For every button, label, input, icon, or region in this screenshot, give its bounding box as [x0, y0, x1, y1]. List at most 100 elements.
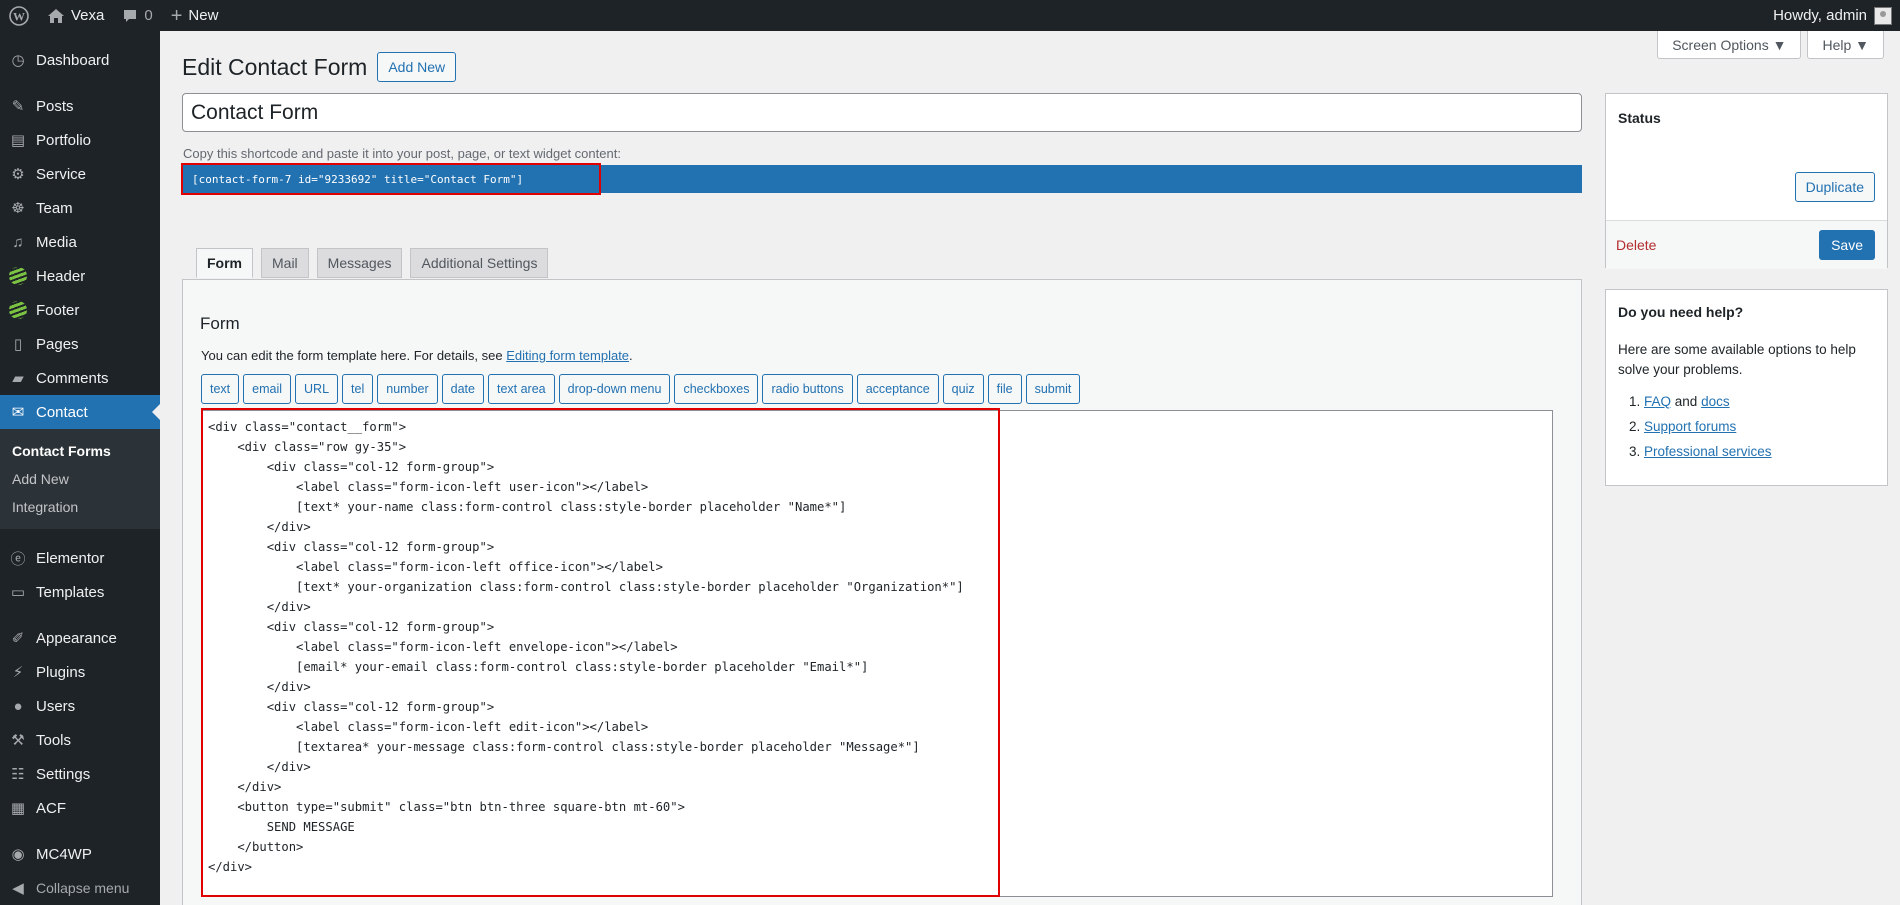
tag-button-number[interactable]: number — [377, 374, 438, 404]
home-icon — [48, 8, 64, 23]
new-content-link[interactable]: + New — [162, 0, 228, 31]
professional-services-link[interactable]: Professional services — [1644, 444, 1772, 459]
acf-icon: ▦ — [10, 800, 26, 817]
tag-button-radio[interactable]: radio buttons — [762, 374, 853, 404]
screen-meta-links: Screen Options ▼ Help ▼ — [1657, 31, 1884, 59]
envelope-icon: ✉ — [11, 404, 25, 421]
sidebar-item-elementor[interactable]: ⓔ Elementor — [0, 541, 160, 575]
support-forums-link[interactable]: Support forums — [1644, 419, 1736, 434]
sidebar-item-media[interactable]: ♫ Media — [0, 225, 160, 259]
site-name-link[interactable]: Vexa — [38, 0, 113, 31]
tab-messages[interactable]: Messages — [316, 248, 403, 278]
sidebar-item-header[interactable]: Header — [0, 259, 160, 293]
tag-button-dropdown[interactable]: drop-down menu — [558, 374, 671, 404]
svg-text:W: W — [13, 9, 25, 23]
sidebar-item-plugins[interactable]: ⚡ Plugins — [0, 655, 160, 689]
new-label: New — [188, 7, 219, 24]
help-box: Do you need help? Here are some availabl… — [1605, 289, 1888, 486]
page-heading: Edit Contact Form Add New — [182, 52, 457, 82]
wordpress-logo-icon[interactable]: W — [0, 0, 38, 31]
sidebar-item-appearance[interactable]: ✐ Appearance — [0, 621, 160, 655]
tag-button-text[interactable]: text — [201, 374, 240, 404]
editor-tabs: Form Mail Messages Additional Settings — [196, 248, 549, 278]
comments-link[interactable]: 0 — [113, 0, 161, 31]
sidebar-item-posts[interactable]: ✎ Posts — [0, 89, 160, 123]
sidebar-item-mc4wp[interactable]: ◉ MC4WP — [0, 837, 160, 871]
tab-additional-settings[interactable]: Additional Settings — [410, 248, 549, 278]
tag-button-file[interactable]: file — [987, 374, 1022, 404]
list-item: Professional services — [1644, 442, 1875, 462]
tab-mail[interactable]: Mail — [261, 248, 309, 278]
admin-sidebar: ◷ Dashboard ✎ Posts ▤ Portfolio ⚙ Service ☸ T… — [0, 31, 160, 905]
site-name: Vexa — [71, 7, 105, 24]
settings-icon: ☷ — [11, 766, 25, 783]
submenu-contact-forms[interactable]: Contact Forms — [0, 437, 160, 465]
save-button[interactable]: Save — [1819, 230, 1875, 260]
sidebar-item-tools[interactable]: ⚒ Tools — [0, 723, 160, 757]
elementor-header-icon — [9, 267, 27, 285]
form-panel: Form You can edit the form template here… — [182, 279, 1582, 905]
plugin-icon: ⚡ — [12, 664, 24, 681]
tag-button-submit[interactable]: submit — [1025, 374, 1081, 404]
my-account[interactable]: Howdy, admin — [1773, 6, 1900, 25]
tag-button-textarea[interactable]: text area — [487, 374, 555, 404]
tag-button-date[interactable]: date — [441, 374, 484, 404]
tag-button-tel[interactable]: tel — [342, 374, 374, 404]
status-heading: Status — [1618, 110, 1661, 126]
shortcode-highlight-box — [181, 163, 601, 195]
elementor-icon: ⓔ — [10, 550, 26, 568]
list-item: FAQ and docs — [1644, 392, 1875, 412]
help-heading: Do you need help? — [1618, 304, 1744, 320]
dashboard-icon: ◷ — [11, 52, 25, 69]
faq-link[interactable]: FAQ — [1644, 394, 1671, 409]
admin-bar: W Vexa 0 + New Howdy, admin — [0, 0, 1900, 31]
pin-icon: ✎ — [11, 98, 25, 115]
avatar — [1874, 6, 1892, 25]
sidebar-item-service[interactable]: ⚙ Service — [0, 157, 160, 191]
sidebar-item-settings[interactable]: ☷ Settings — [0, 757, 160, 791]
submenu-integration[interactable]: Integration — [0, 493, 160, 521]
mc4wp-icon: ◉ — [11, 846, 25, 863]
sidebar-item-contact[interactable]: ✉ Contact — [0, 395, 160, 429]
screen-options-button[interactable]: Screen Options ▼ — [1657, 31, 1802, 59]
sidebar-item-acf[interactable]: ▦ ACF — [0, 791, 160, 825]
tag-button-acceptance[interactable]: acceptance — [856, 374, 939, 404]
plus-icon: + — [170, 4, 183, 27]
comments-count: 0 — [144, 7, 153, 24]
help-intro: Here are some available options to help … — [1618, 342, 1856, 377]
delete-link[interactable]: Delete — [1616, 237, 1656, 253]
sidebar-item-team[interactable]: ☸ Team — [0, 191, 160, 225]
howdy-text: Howdy, admin — [1773, 7, 1867, 24]
shortcode-label: Copy this shortcode and paste it into yo… — [183, 146, 621, 161]
sidebar-item-pages[interactable]: ▯ Pages — [0, 327, 160, 361]
elementor-footer-icon — [9, 301, 27, 319]
form-title-input[interactable]: Contact Form — [182, 93, 1582, 132]
sidebar-item-dashboard[interactable]: ◷ Dashboard — [0, 43, 160, 77]
add-new-button[interactable]: Add New — [377, 52, 457, 82]
sidebar-item-users[interactable]: ● Users — [0, 689, 160, 723]
form-template-textarea[interactable]: <div class="contact__form"> <div class="… — [201, 410, 1553, 897]
team-icon: ☸ — [11, 200, 25, 217]
collapse-menu-button[interactable]: ◀ Collapse menu — [0, 871, 160, 905]
sidebar-item-comments[interactable]: ▰ Comments — [0, 361, 160, 395]
portfolio-icon: ▤ — [10, 132, 26, 149]
duplicate-button[interactable]: Duplicate — [1794, 172, 1875, 202]
status-footer: Delete Save — [1606, 220, 1887, 269]
submenu-add-new[interactable]: Add New — [0, 465, 160, 493]
contact-submenu: Contact Forms Add New Integration — [0, 429, 160, 529]
help-button[interactable]: Help ▼ — [1807, 31, 1884, 59]
tab-form[interactable]: Form — [196, 248, 253, 278]
sidebar-item-templates[interactable]: ▭ Templates — [0, 575, 160, 609]
tag-button-quiz[interactable]: quiz — [942, 374, 984, 404]
collapse-icon: ◀ — [12, 880, 24, 897]
sidebar-item-footer[interactable]: Footer — [0, 293, 160, 327]
sidebar-item-portfolio[interactable]: ▤ Portfolio — [0, 123, 160, 157]
tag-button-url[interactable]: URL — [295, 374, 339, 404]
tag-button-checkboxes[interactable]: checkboxes — [674, 374, 759, 404]
docs-link[interactable]: docs — [1701, 394, 1730, 409]
user-icon: ● — [13, 697, 23, 715]
tag-button-email[interactable]: email — [243, 374, 292, 404]
gear-icon: ⚙ — [11, 166, 25, 183]
editing-form-template-link[interactable]: Editing form template — [506, 348, 629, 363]
status-box: Status Duplicate Delete Save — [1605, 93, 1888, 269]
